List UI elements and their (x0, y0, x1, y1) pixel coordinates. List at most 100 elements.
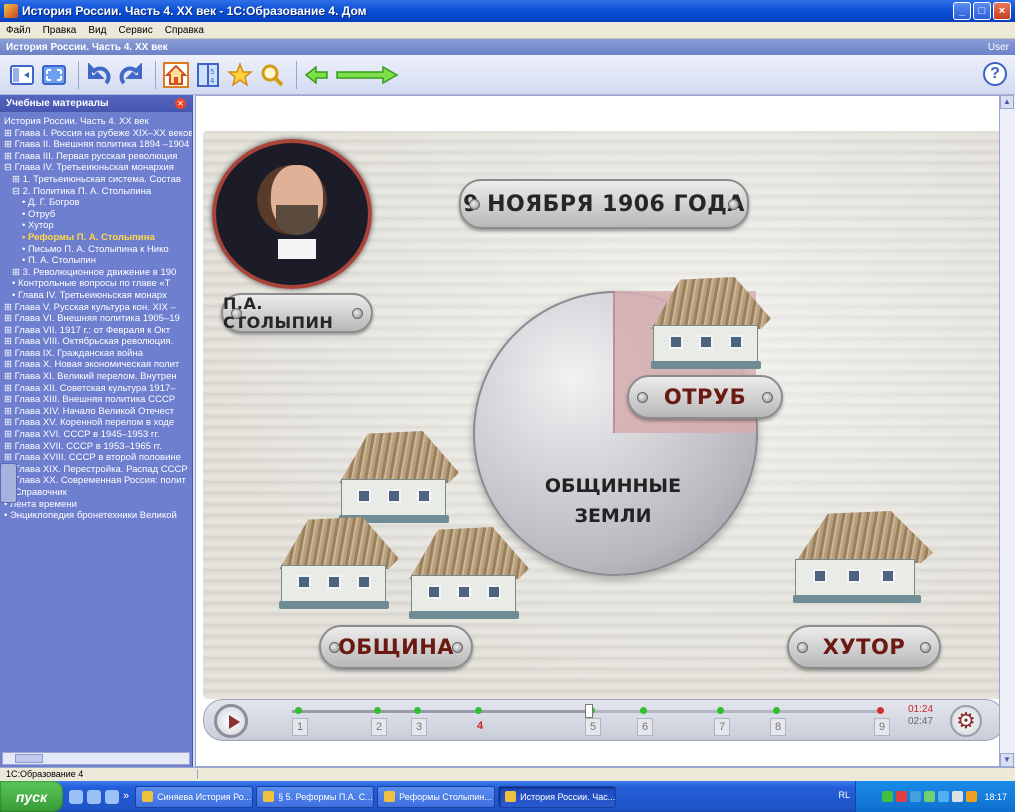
search-button[interactable] (258, 61, 286, 89)
browser-icon[interactable] (69, 789, 83, 804)
timeline-step-number[interactable]: 5 (585, 718, 601, 736)
tree-item[interactable]: • Контрольные вопросы по главе «Т (4, 278, 192, 290)
taskbar-task[interactable]: § 5. Реформы П.А. С... (256, 785, 375, 808)
minimize-button[interactable]: _ (953, 2, 971, 20)
favorites-button[interactable] (226, 61, 254, 89)
sidebar-horizontal-scrollbar[interactable] (2, 752, 190, 765)
menu-service[interactable]: Сервис (112, 25, 158, 36)
taskbar-task[interactable]: Синяева История Ро... (135, 785, 254, 808)
settings-gear-icon[interactable]: ⚙ (950, 705, 982, 737)
otrub-label[interactable]: ОТРУБ (627, 375, 783, 419)
timeline-slider-thumb[interactable] (585, 704, 593, 718)
tree-item[interactable]: ⊞ 3. Революционное движение в 190 (4, 267, 192, 279)
timeline-step-number[interactable]: 4 (472, 718, 488, 736)
tree-item[interactable]: ⊞ Глава XV. Коренной перелом в ходе (4, 417, 192, 429)
obshchina-label[interactable]: ОБЩИНА (319, 625, 473, 669)
tree-item[interactable]: История России. Часть 4. XX век (4, 116, 192, 128)
timeline-step-number[interactable]: 8 (770, 718, 786, 736)
taskbar-task[interactable]: История России. Час... (498, 785, 617, 808)
tray-app-icon[interactable] (966, 791, 978, 802)
media-icon[interactable] (105, 789, 119, 804)
menu-file[interactable]: Файл (0, 25, 37, 36)
tree-item[interactable]: ⊞ Глава III. Первая русская революция (4, 151, 192, 163)
timeline-step-number[interactable]: 9 (874, 718, 890, 736)
portrait-label[interactable]: П.А. СТОЛЫПИН (221, 293, 373, 333)
tree-item[interactable]: ⊟ 2. Политика П. А. Столыпина (4, 186, 192, 198)
main-vertical-scrollbar[interactable]: ▲ ▼ (999, 95, 1015, 767)
tray-antivirus-icon[interactable] (896, 791, 908, 802)
timeline-step-marker[interactable] (773, 707, 780, 714)
tree-item[interactable]: ⊞ Глава II. Внешняя политика 1894 –1904 (4, 139, 192, 151)
tree-item[interactable]: • Энциклопедия бронетехники Великой (4, 510, 192, 522)
timeline-step-number[interactable]: 2 (371, 718, 387, 736)
tree-item[interactable]: • П. А. Столыпин (4, 255, 192, 267)
tree-item[interactable]: ⊞ Глава XVIII. СССР в второй половине (4, 452, 192, 464)
timeline-step-marker[interactable] (877, 707, 884, 714)
tree-item[interactable]: ⊞ Глава VII. 1917 г.: от Февраля к Окт (4, 325, 192, 337)
tree-item[interactable]: • Хутор (4, 220, 192, 232)
timeline-step-marker[interactable] (374, 707, 381, 714)
desktop-icon[interactable] (87, 789, 101, 804)
tree-item[interactable]: ⊞ Глава XX. Современная Россия: полит (4, 475, 192, 487)
panel-toggle-button[interactable] (8, 61, 36, 89)
tray-app-icon[interactable] (938, 791, 950, 802)
tree-item[interactable]: ⊞ 1. Третьеиюньская система. Состав (4, 174, 192, 186)
timeline-step-marker[interactable] (717, 707, 724, 714)
tree-item[interactable]: ⊞ Глава XIII. Внешняя политика СССР (4, 394, 192, 406)
timeline-step-number[interactable]: 3 (411, 718, 427, 736)
menu-edit[interactable]: Правка (37, 25, 83, 36)
tree-item[interactable]: • Лента времени (4, 499, 192, 511)
timeline-step-number[interactable]: 1 (292, 718, 308, 736)
timeline-step-marker[interactable] (295, 707, 302, 714)
tree-item[interactable]: ⊞ Глава V. Русская культура кон. XIX – (4, 302, 192, 314)
sidebar-drag-handle[interactable] (0, 463, 17, 503)
tree-item[interactable]: ⊟ Глава IV. Третьеиюньская монархия (4, 162, 192, 174)
help-button[interactable]: ? (983, 62, 1007, 86)
timeline-step-marker[interactable] (414, 707, 421, 714)
quick-launch-more-icon[interactable]: » (123, 790, 129, 804)
contents-button[interactable]: 54 (194, 61, 222, 89)
timeline-step-number[interactable]: 6 (637, 718, 653, 736)
tree-item[interactable]: ⊞ Глава IX. Гражданская война (4, 348, 192, 360)
tree-item[interactable]: ⊞ Глава VI. Внешняя политика 1905–19 (4, 313, 192, 325)
tree-item[interactable]: ⊞ Глава VIII. Октябрьская революция. (4, 336, 192, 348)
tree-item[interactable]: ⊞ Глава I. Россия на рубеже XIX–XX веков (4, 128, 192, 140)
khutor-label[interactable]: ХУТОР (787, 625, 941, 669)
tree-item[interactable]: ⊞ Глава XII. Советская культура 1917– (4, 383, 192, 395)
menu-view[interactable]: Вид (82, 25, 112, 36)
tree-item[interactable]: ⊞ Глава XVII. СССР в 1953–1965 гг. (4, 441, 192, 453)
undo-button[interactable] (85, 61, 113, 89)
sidebar-close-icon[interactable]: ✕ (175, 98, 186, 109)
fullscreen-button[interactable] (40, 61, 68, 89)
timeline-step-marker[interactable] (475, 707, 482, 714)
tree-item[interactable]: • Д. Г. Богров (4, 197, 192, 209)
tree-item[interactable]: ⊞ Глава XVI. СССР в 1945–1953 гг. (4, 429, 192, 441)
tray-app-icon[interactable] (924, 791, 936, 802)
back-button[interactable] (303, 61, 331, 89)
menu-help[interactable]: Справка (159, 25, 210, 36)
tree-item-active[interactable]: • Реформы П. А. Столыпина (4, 232, 192, 244)
maximize-button[interactable]: □ (973, 2, 991, 20)
home-button[interactable] (162, 61, 190, 89)
play-button[interactable] (214, 704, 248, 738)
tray-app-icon[interactable] (910, 791, 922, 802)
tray-app-icon[interactable] (952, 791, 964, 802)
scroll-down-icon[interactable]: ▼ (1000, 753, 1014, 767)
tree-item[interactable]: • Глава IV. Третьеиюньская монарх (4, 290, 192, 302)
tree-item[interactable]: ⊞ Глава X. Новая экономическая полит (4, 359, 192, 371)
forward-button[interactable] (335, 61, 401, 89)
redo-button[interactable] (117, 61, 145, 89)
scrollbar-thumb[interactable] (15, 754, 43, 763)
timeline-step-marker[interactable] (640, 707, 647, 714)
close-button[interactable]: × (993, 2, 1011, 20)
scroll-up-icon[interactable]: ▲ (1000, 95, 1014, 109)
tree-item[interactable]: ⊞ Глава XI. Великий перелом. Внутрен (4, 371, 192, 383)
tray-network-icon[interactable] (882, 791, 894, 802)
taskbar-task[interactable]: Реформы Столыпин... (377, 785, 496, 808)
start-button[interactable]: пуск (0, 781, 63, 812)
tree-item[interactable]: • Отруб (4, 209, 192, 221)
timeline-step-number[interactable]: 7 (714, 718, 730, 736)
language-indicator[interactable]: RL (838, 790, 850, 800)
tree-item[interactable]: ⊞ Глава XIX. Перестройка. Распад СССР (4, 464, 192, 476)
tree-item[interactable]: ⊞ Глава XIV. Начало Великой Отечест (4, 406, 192, 418)
